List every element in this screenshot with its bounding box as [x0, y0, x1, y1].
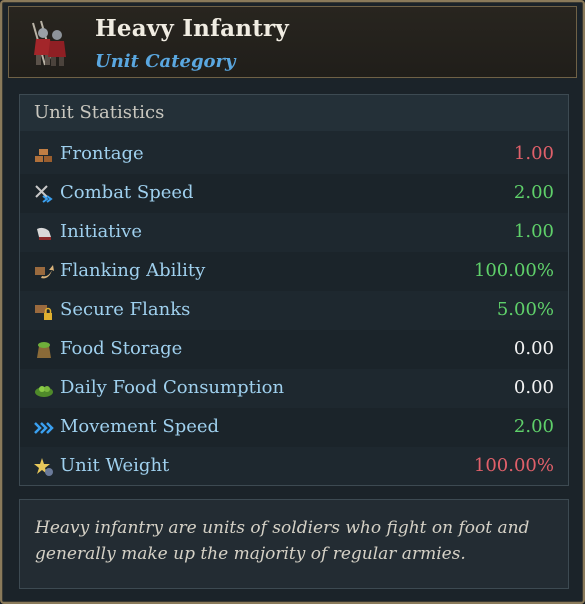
unit-statistics-heading: Unit Statistics [20, 95, 568, 131]
stat-row-frontage: Frontage 1.00 [20, 135, 568, 174]
food-consumption-icon [35, 386, 53, 397]
stat-row-initiative: Initiative 1.00 [20, 213, 568, 252]
stat-value: 1.00 [513, 221, 554, 242]
movement-speed-icon [34, 422, 54, 434]
stat-label: Food Storage [60, 338, 183, 359]
stat-label: Combat Speed [60, 182, 194, 203]
description-panel: Heavy infantry are units of soldiers who… [19, 499, 569, 589]
stat-row-combat-speed: Combat Speed 2.00 [20, 174, 568, 213]
combat-speed-icon [35, 185, 53, 203]
stat-value: 1.00 [513, 143, 554, 164]
stat-value: 0.00 [513, 377, 554, 398]
stat-label: Unit Weight [60, 455, 170, 476]
stat-row-secure-flanks: Secure Flanks 5.00% [20, 291, 568, 330]
unit-description: Heavy infantry are units of soldiers who… [35, 518, 530, 564]
unit-tooltip: Heavy Infantry Unit Category Unit Statis… [0, 0, 585, 604]
stat-label: Initiative [60, 221, 142, 242]
tooltip-header: Heavy Infantry Unit Category [8, 6, 577, 78]
stat-row-daily-food-consumption: Daily Food Consumption 0.00 [20, 369, 568, 408]
initiative-icon [37, 227, 51, 240]
heavy-infantry-soldiers-icon [32, 20, 66, 66]
stat-label: Daily Food Consumption [60, 377, 285, 398]
stat-label: Flanking Ability [60, 260, 206, 281]
stat-value: 2.00 [513, 416, 554, 437]
stat-row-food-storage: Food Storage 0.00 [20, 330, 568, 369]
stat-label: Secure Flanks [60, 299, 191, 320]
secure-flanks-icon [35, 305, 52, 320]
stat-row-flanking-ability: Flanking Ability 100.00% [20, 252, 568, 291]
stat-value: 0.00 [513, 338, 554, 359]
stat-value: 100.00% [473, 455, 554, 476]
unit-category-title: Heavy Infantry [95, 15, 289, 42]
stat-value: 100.00% [473, 260, 554, 281]
unit-statistics-panel: Unit Statistics Frontage 1.00 Combat Spe… [19, 94, 569, 486]
frontage-icon [35, 149, 52, 162]
unit-category-subtitle: Unit Category [95, 51, 236, 72]
stat-value: 2.00 [513, 182, 554, 203]
flanking-ability-icon [35, 265, 54, 279]
stat-label: Frontage [60, 143, 144, 164]
stat-row-unit-weight: Unit Weight 100.00% [20, 447, 568, 486]
stat-row-movement-speed: Movement Speed 2.00 [20, 408, 568, 447]
food-storage-icon [37, 342, 51, 358]
unit-weight-icon [34, 458, 53, 476]
stat-value: 5.00% [496, 299, 554, 320]
stat-label: Movement Speed [60, 416, 220, 437]
